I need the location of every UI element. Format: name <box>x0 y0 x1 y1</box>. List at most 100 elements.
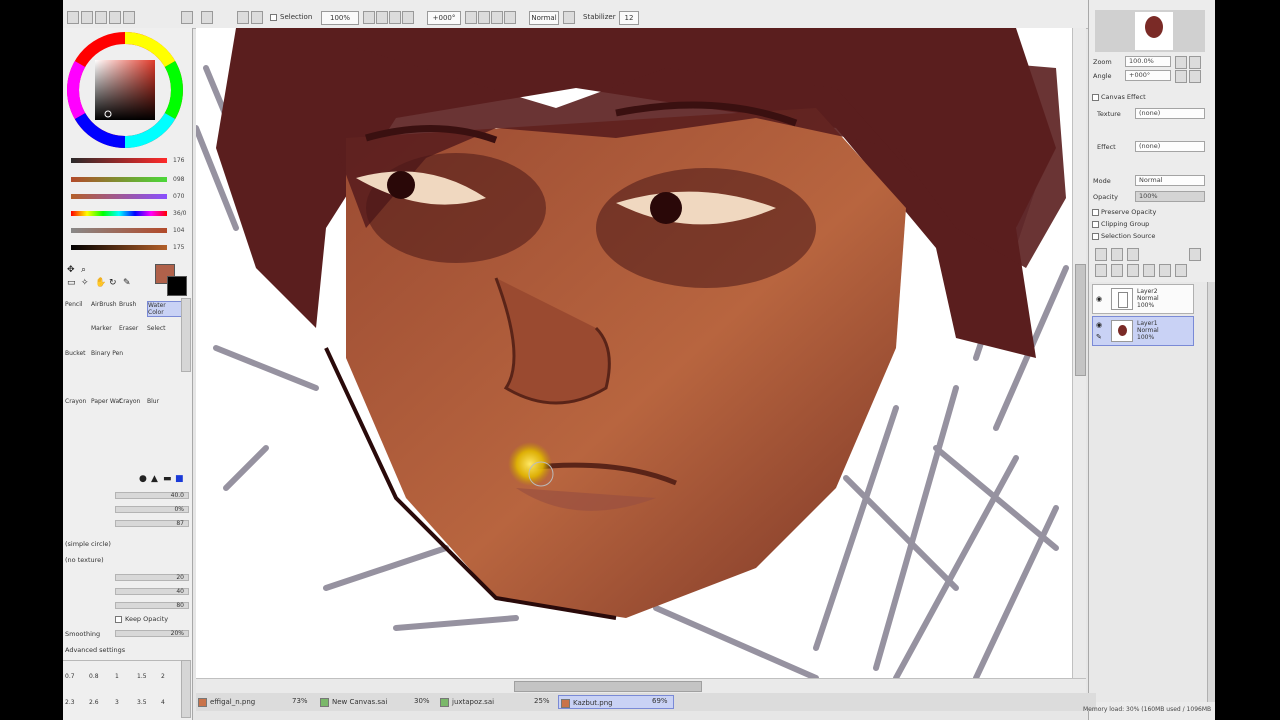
rotate-icon[interactable]: ↻ <box>109 278 117 288</box>
brush-size-option[interactable]: 0.8 <box>89 673 99 680</box>
zoom-out-icon[interactable] <box>237 11 249 24</box>
slider-value[interactable] <box>71 245 167 250</box>
brush-shape-select[interactable]: (simple circle) <box>65 540 111 548</box>
tool-airbrush[interactable]: AirBrush <box>91 301 117 308</box>
zoom-tool-icon[interactable]: ⌕ <box>81 265 86 275</box>
color-wheel[interactable] <box>67 32 183 148</box>
brush-size-option[interactable]: 4 <box>161 699 165 706</box>
tool-panel-scrollbar[interactable] <box>181 298 191 372</box>
tool-crayon[interactable]: Crayon <box>65 398 86 405</box>
brush-shape-square-icon[interactable]: ■ <box>175 474 184 484</box>
nav-rotate-right-icon[interactable] <box>1189 70 1201 83</box>
effect-select[interactable]: (none) <box>1135 141 1205 152</box>
delete-layer-icon[interactable] <box>1189 248 1201 261</box>
zoom-in-icon[interactable] <box>251 11 263 24</box>
hscroll-thumb[interactable] <box>514 681 702 692</box>
layer-item-selected[interactable]: ◉ ✎ Layer1 Normal 100% <box>1092 316 1194 346</box>
canvas-effect-toggle[interactable] <box>1092 94 1099 101</box>
keep-opacity-checkbox[interactable] <box>115 616 122 623</box>
trash-icon[interactable] <box>1175 264 1187 277</box>
visibility-eye-icon[interactable]: ◉ <box>1096 321 1102 329</box>
merge-down-icon[interactable] <box>1111 264 1123 277</box>
navigator-preview[interactable] <box>1095 10 1205 52</box>
brush-size-option[interactable]: 2 <box>161 673 165 680</box>
brush-size-option[interactable]: 0.7 <box>65 673 75 680</box>
visibility-eye-icon[interactable]: ◉ <box>1096 295 1102 303</box>
zoom-minus-icon[interactable] <box>363 11 375 24</box>
move-icon[interactable]: ✥ <box>67 265 75 275</box>
tool-watercolor[interactable]: Water Color <box>147 301 183 317</box>
layer-item[interactable]: ◉ Layer2 Normal 100% <box>1092 284 1194 314</box>
brush-shape-normal-icon[interactable]: ● <box>139 474 147 484</box>
eyedropper-icon[interactable]: ✎ <box>123 278 131 288</box>
vscroll-thumb[interactable] <box>1075 264 1086 376</box>
mode-dropdown-icon[interactable] <box>563 11 575 24</box>
selection-source-checkbox[interactable] <box>1092 233 1099 240</box>
new-linework-layer-icon[interactable] <box>1111 248 1123 261</box>
tool-brush[interactable]: Brush <box>119 301 136 308</box>
tool-pencil[interactable]: Pencil <box>65 301 83 308</box>
nav-zoom-field[interactable]: 100.0% <box>1125 56 1171 67</box>
new-layer-icon[interactable] <box>1095 248 1107 261</box>
slider-green[interactable] <box>71 177 167 182</box>
brush-texture-select[interactable]: (no texture) <box>65 556 104 564</box>
tool-paper-wat[interactable]: Paper Wat <box>91 398 121 405</box>
tool-select[interactable]: Select <box>147 325 166 332</box>
new-icon[interactable] <box>67 11 79 24</box>
preserve-opacity-checkbox[interactable] <box>1092 209 1099 216</box>
zoom-reset-icon[interactable] <box>402 11 414 24</box>
brush-size-option[interactable]: 1.5 <box>137 673 147 680</box>
tool-bucket[interactable]: Bucket <box>65 350 86 357</box>
slider-hue[interactable] <box>71 211 167 216</box>
selection-checkbox[interactable] <box>270 14 277 21</box>
brush-size-option[interactable]: 1 <box>115 673 119 680</box>
brush-shape-triangle-icon[interactable]: ▲ <box>151 474 158 484</box>
canvas-horizontal-scrollbar[interactable] <box>196 678 1086 693</box>
zoom-select[interactable]: 100% <box>321 11 359 25</box>
new-folder-icon[interactable] <box>1127 248 1139 261</box>
hand-icon[interactable]: ✋ <box>95 278 106 288</box>
brush-size-option[interactable]: 2.3 <box>65 699 75 706</box>
brush-shape-flat-icon[interactable]: ▬ <box>163 474 172 484</box>
clear-layer-icon[interactable] <box>1127 264 1139 277</box>
document-tab[interactable]: juxtapoz.sai <box>440 695 494 709</box>
lock-layer-icon[interactable] <box>1159 264 1171 277</box>
brush-size-scrollbar[interactable] <box>181 660 191 718</box>
layer-list-scrollbar[interactable] <box>1207 282 1215 702</box>
brush-size-option[interactable]: 2.6 <box>89 699 99 706</box>
slider-red[interactable] <box>71 158 167 163</box>
rotate-left-icon[interactable] <box>465 11 477 24</box>
secondary-color-swatch[interactable] <box>167 276 187 296</box>
open-icon[interactable] <box>81 11 93 24</box>
opacity-slider[interactable]: 100% <box>1135 191 1205 202</box>
rotate-right-icon[interactable] <box>478 11 490 24</box>
texture-select[interactable]: (none) <box>1135 108 1205 119</box>
document-tab[interactable]: New Canvas.sai <box>320 695 387 709</box>
nav-zoom-in-icon[interactable] <box>1189 56 1201 69</box>
tool-crayon-2[interactable]: Crayon <box>119 398 140 405</box>
brush-size-option[interactable]: 3 <box>115 699 119 706</box>
rotation-select[interactable]: +000° <box>427 11 461 25</box>
nav-zoom-out-icon[interactable] <box>1175 56 1187 69</box>
redo-icon[interactable] <box>123 11 135 24</box>
drawing-canvas[interactable] <box>196 28 1072 678</box>
document-tab[interactable]: effigal_n.png <box>198 695 255 709</box>
slider-saturation[interactable] <box>71 228 167 233</box>
lasso-icon[interactable]: ▭ <box>67 278 76 288</box>
tool-marker[interactable]: Marker <box>91 325 112 332</box>
flip-icon[interactable] <box>504 11 516 24</box>
tool-binary-pen[interactable]: Binary Pen <box>91 350 123 357</box>
deselect-icon[interactable] <box>181 11 193 24</box>
undo-icon[interactable] <box>109 11 121 24</box>
rotate-reset-icon[interactable] <box>491 11 503 24</box>
slider-blue[interactable] <box>71 194 167 199</box>
blend-mode-select[interactable]: Normal <box>1135 175 1205 186</box>
clipping-group-checkbox[interactable] <box>1092 221 1099 228</box>
zoom-plus-icon[interactable] <box>376 11 388 24</box>
magic-wand-icon[interactable]: ✧ <box>81 278 89 288</box>
zoom-fit-icon[interactable] <box>389 11 401 24</box>
brush-size-option[interactable]: 3.5 <box>137 699 147 706</box>
canvas-vertical-scrollbar[interactable] <box>1072 28 1086 678</box>
select-invert-icon[interactable] <box>201 11 213 24</box>
nav-angle-field[interactable]: +000° <box>1125 70 1171 81</box>
